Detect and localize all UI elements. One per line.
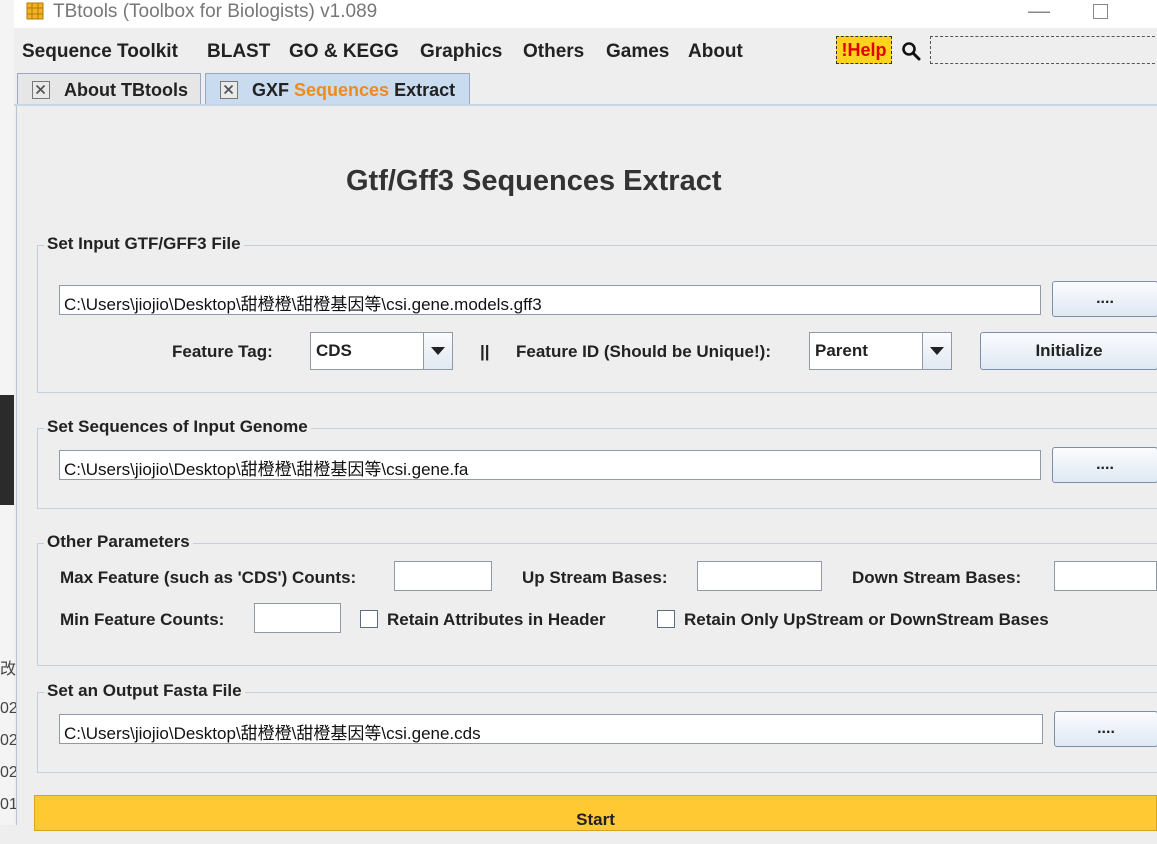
browse-genome-button[interactable]: .... [1052, 447, 1157, 483]
feature-id-select[interactable]: Parent [809, 332, 952, 370]
menu-others[interactable]: Others [523, 41, 584, 63]
min-feature-input[interactable] [254, 603, 341, 633]
menu-graphics[interactable]: Graphics [420, 41, 502, 63]
start-button[interactable]: Start [34, 795, 1157, 831]
retain-attributes-checkbox[interactable] [360, 610, 378, 628]
upstream-bases-input[interactable] [697, 561, 822, 591]
background-window-strip: 改 02 02 02 01 [0, 0, 18, 825]
background-dark-area [0, 395, 14, 505]
browse-input-button[interactable]: .... [1052, 281, 1157, 317]
page-title: Gtf/Gff3 Sequences Extract [346, 165, 722, 197]
window-title: TBtools (Toolbox for Biologists) v1.089 [53, 1, 378, 22]
group-legend: Set Sequences of Input Genome [44, 417, 311, 437]
downstream-bases-label: Down Stream Bases: [852, 568, 1022, 587]
tab-label: GXF Sequences Extract [252, 80, 455, 101]
input-file-group: Set Input GTF/GFF3 File [37, 234, 1157, 393]
tab-label-highlight: Sequences [294, 80, 390, 100]
feature-tag-value: CDS [316, 341, 352, 360]
title-bar: TBtools (Toolbox for Biologists) v1.089 … [14, 0, 1157, 28]
group-legend: Set an Output Fasta File [44, 681, 245, 701]
close-icon[interactable] [32, 81, 50, 99]
group-legend: Set Input GTF/GFF3 File [44, 234, 244, 254]
tab-gxf-sequences-extract[interactable]: GXF Sequences Extract [205, 73, 470, 105]
retain-only-stream-label[interactable]: Retain Only UpStream or DownStream Bases [684, 610, 1049, 630]
tab-label: About TBtools [64, 80, 188, 100]
max-feature-label: Max Feature (such as 'CDS') Counts: [60, 568, 357, 587]
browse-output-button[interactable]: .... [1054, 711, 1157, 747]
search-input[interactable] [930, 36, 1157, 64]
input-gff-path-field[interactable]: C:\Users\jiojio\Desktop\甜橙橙\甜橙基因等\csi.ge… [59, 285, 1041, 315]
max-feature-input[interactable] [394, 561, 492, 591]
menu-bar: Sequence Toolkit BLAST GO & KEGG Graphic… [14, 33, 1157, 69]
chevron-down-icon[interactable] [922, 333, 951, 369]
maximize-button[interactable] [1093, 4, 1108, 19]
close-icon[interactable] [220, 81, 238, 99]
separator-text: || [480, 342, 490, 361]
menu-about[interactable]: About [688, 41, 743, 63]
group-legend: Other Parameters [44, 532, 193, 552]
feature-id-label: Feature ID (Should be Unique!): [516, 342, 771, 361]
min-feature-label: Min Feature Counts: [60, 610, 225, 629]
feature-id-value: Parent [815, 341, 868, 360]
menu-games[interactable]: Games [606, 41, 669, 63]
upstream-bases-label: Up Stream Bases: [522, 568, 668, 587]
other-parameters-group: Other Parameters [37, 532, 1157, 666]
genome-path-field[interactable]: C:\Users\jiojio\Desktop\甜橙橙\甜橙基因等\csi.ge… [59, 450, 1041, 480]
retain-attributes-label[interactable]: Retain Attributes in Header [387, 610, 606, 630]
retain-only-stream-checkbox[interactable] [657, 610, 675, 628]
app-logo-icon [26, 2, 44, 20]
downstream-bases-input[interactable] [1054, 561, 1157, 591]
menu-blast[interactable]: BLAST [207, 41, 270, 63]
output-path-field[interactable]: C:\Users\jiojio\Desktop\甜橙橙\甜橙基因等\csi.ge… [59, 714, 1043, 744]
menu-go-kegg[interactable]: GO & KEGG [289, 41, 399, 63]
tab-about-tbtools[interactable]: About TBtools [17, 73, 201, 105]
chevron-down-icon[interactable] [423, 333, 452, 369]
feature-tag-label: Feature Tag: [172, 342, 273, 361]
menu-sequence-toolkit[interactable]: Sequence Toolkit [22, 41, 178, 63]
initialize-button[interactable]: Initialize [980, 332, 1157, 370]
tab-label-prefix: GXF [252, 80, 295, 100]
background-text: 改 [0, 661, 17, 678]
minimize-button[interactable]: — [1019, 0, 1059, 23]
help-button[interactable]: !Help [836, 36, 892, 64]
tab-label-suffix: Extract [389, 80, 456, 100]
feature-tag-select[interactable]: CDS [310, 332, 453, 370]
search-icon[interactable] [901, 41, 921, 61]
